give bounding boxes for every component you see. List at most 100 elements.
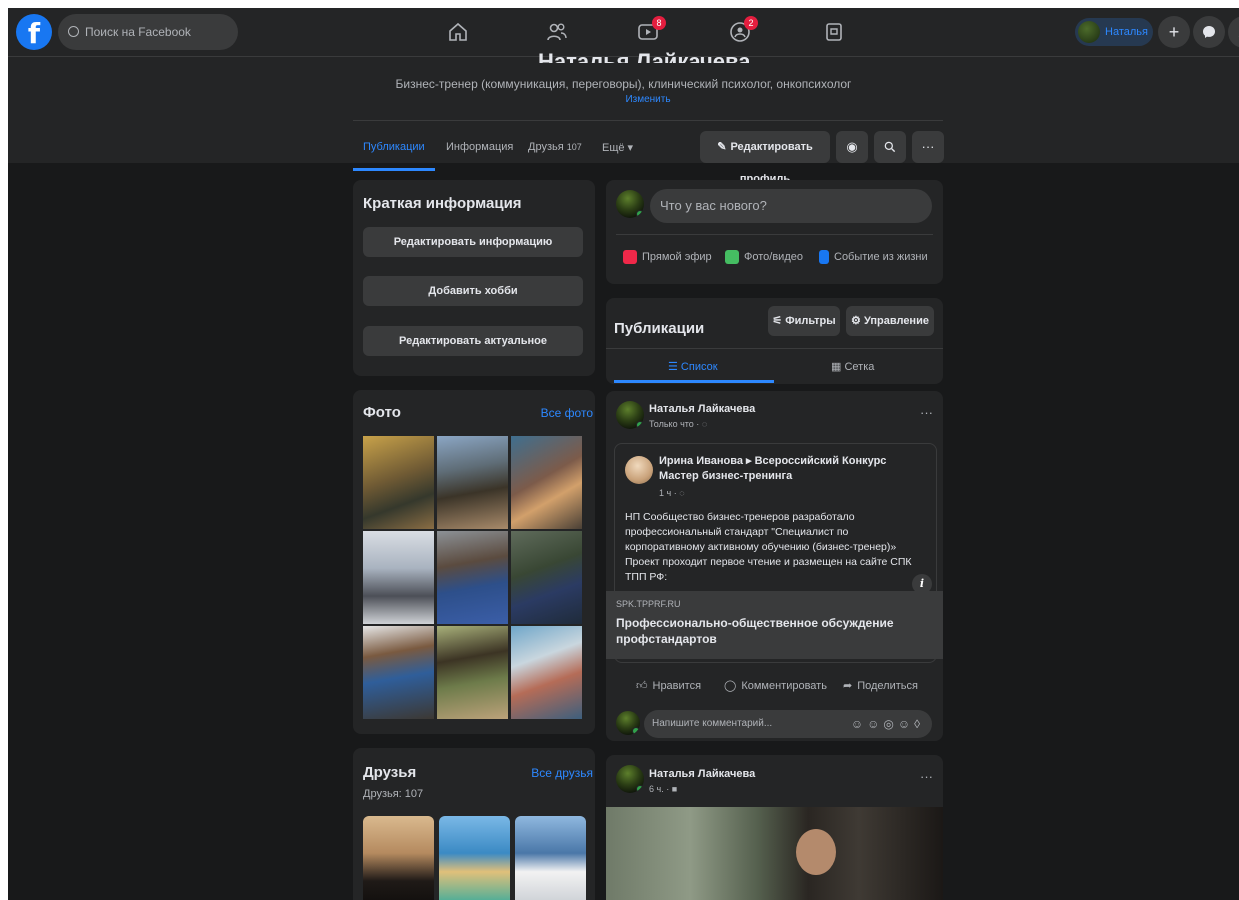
gear-icon: ⚙ xyxy=(851,315,864,327)
comment-label: Комментировать xyxy=(741,679,827,692)
tab-publications[interactable]: Публикации xyxy=(363,141,425,153)
photo-thumbnail[interactable] xyxy=(363,626,434,719)
photo-thumbnail[interactable] xyxy=(437,531,508,624)
profile-bio: Бизнес-тренер (коммуникация, переговоры)… xyxy=(395,77,852,91)
view-as-eye-icon[interactable]: ◉ xyxy=(836,131,868,163)
link-title: Профессионально-общественное обсуждение … xyxy=(616,616,894,646)
more-options-icon[interactable]: ··· xyxy=(912,131,944,163)
search-input[interactable]: Поиск на Facebook xyxy=(58,14,238,50)
link-domain: SPK.TPPRF.RU xyxy=(616,599,681,609)
pencil-icon: ✎ xyxy=(717,141,727,153)
notifications-bell-icon[interactable] xyxy=(1228,16,1239,48)
post-author-name[interactable]: Наталья Лайкачева xyxy=(649,403,755,415)
post-author-avatar[interactable] xyxy=(616,401,644,429)
list-view-tab[interactable]: ☰ Список xyxy=(668,360,718,373)
post-time: Только что · ◌ xyxy=(649,419,707,429)
home-icon[interactable] xyxy=(446,20,470,44)
friend-photo[interactable] xyxy=(515,816,586,900)
messenger-icon[interactable] xyxy=(1193,16,1225,48)
thumbs-up-icon: 👍︎ xyxy=(636,680,648,692)
profile-chip-avatar xyxy=(1078,21,1100,43)
groups-icon[interactable]: 2 xyxy=(728,16,758,44)
filters-button[interactable]: ⚟ Фильтры xyxy=(768,306,840,336)
friend-photo[interactable] xyxy=(363,816,434,900)
create-plus-icon[interactable]: + xyxy=(1158,16,1190,48)
friend-photo[interactable] xyxy=(439,816,510,900)
tab-more[interactable]: Ещё ▾ xyxy=(602,141,633,154)
intro-card: Краткая информация Редактировать информа… xyxy=(353,180,595,376)
photos-card: Фото Все фото xyxy=(353,390,595,734)
share-button[interactable]: ➦ Поделиться xyxy=(843,679,918,693)
profile-name: Наталья Лайкачева xyxy=(538,49,751,63)
groups-notification-badge: 2 xyxy=(744,16,758,30)
shared-author-avatar[interactable] xyxy=(625,456,653,484)
friends-card: Друзья Все друзья Друзья: 107 xyxy=(353,748,595,900)
life-event-button[interactable]: Событие из жизни xyxy=(819,250,928,264)
photo-thumbnail[interactable] xyxy=(437,436,508,529)
life-event-label: Событие из жизни xyxy=(834,251,928,263)
edit-featured-button[interactable]: Редактировать актуальное xyxy=(363,326,583,356)
whats-new-input[interactable]: Что у вас нового? xyxy=(650,189,932,223)
grid-view-tab[interactable]: ▦ Сетка xyxy=(831,360,874,373)
photo-thumbnail[interactable] xyxy=(363,436,434,529)
post-time-label: Только что · xyxy=(649,419,700,429)
video-notification-badge: 8 xyxy=(652,16,666,30)
post-photo[interactable] xyxy=(606,807,943,900)
profile-chip-name: Наталья xyxy=(1105,26,1148,38)
post-author-name[interactable]: Наталья Лайкачева xyxy=(649,768,755,780)
photo-video-button[interactable]: Фото/видео xyxy=(725,250,803,264)
grid-icon: ▦ xyxy=(831,361,845,373)
profile-search-icon[interactable] xyxy=(874,131,906,163)
publications-header-card: Публикации ⚟ Фильтры ⚙ Управление ☰ Спис… xyxy=(606,298,943,384)
post-time: 6 ч. · ■ xyxy=(649,784,677,794)
link-preview[interactable]: SPK.TPPRF.RU Профессионально-общественно… xyxy=(606,591,943,659)
post-options-icon[interactable]: ··· xyxy=(920,769,933,784)
photo-thumbnail[interactable] xyxy=(511,531,582,624)
tab-friends[interactable]: Друзья 107 xyxy=(528,141,582,153)
shared-author-name[interactable]: Ирина Иванова ▸ Всероссийский Конкурс Ма… xyxy=(659,454,924,484)
comment-bubble-icon: ◯ xyxy=(724,680,737,692)
tab-information[interactable]: Информация xyxy=(446,141,513,153)
photo-thumbnail[interactable] xyxy=(363,531,434,624)
gaming-icon[interactable] xyxy=(822,20,846,44)
comment-input[interactable]: Напишите комментарий... ☺☺◎☺◊ xyxy=(644,710,932,738)
comment-emoji-icons[interactable]: ☺☺◎☺◊ xyxy=(851,710,924,738)
comment-button[interactable]: ◯ Комментировать xyxy=(724,679,827,693)
photo-thumbnail[interactable] xyxy=(511,626,582,719)
facebook-logo-icon[interactable]: f xyxy=(16,14,52,50)
list-icon: ☰ xyxy=(668,361,681,373)
lock-icon: ■ xyxy=(671,784,678,794)
search-icon xyxy=(68,26,79,37)
all-friends-link[interactable]: Все друзья xyxy=(531,766,593,780)
edit-profile-button[interactable]: ✎ Редактировать профиль xyxy=(700,131,830,185)
composer-avatar[interactable] xyxy=(616,190,644,218)
like-label: Нравится xyxy=(652,679,702,692)
live-video-icon xyxy=(623,250,637,264)
active-tab-indicator xyxy=(353,168,435,171)
manage-button[interactable]: ⚙ Управление xyxy=(846,306,934,336)
share-label: Поделиться xyxy=(857,679,918,692)
photo-thumbnail[interactable] xyxy=(511,436,582,529)
add-hobbies-button[interactable]: Добавить хобби xyxy=(363,276,583,306)
comment-placeholder: Напишите комментарий... xyxy=(652,718,773,729)
list-view-label: Список xyxy=(680,361,718,373)
photos-title: Фото xyxy=(363,404,401,421)
photo-thumbnail[interactable] xyxy=(437,626,508,719)
photo-video-label: Фото/видео xyxy=(744,251,803,263)
watch-video-icon[interactable]: 8 xyxy=(636,16,666,44)
friends-count: Друзья: 107 xyxy=(363,788,424,800)
like-button[interactable]: 👍︎ Нравится xyxy=(636,679,702,693)
post-options-icon[interactable]: ··· xyxy=(920,405,933,420)
share-arrow-icon: ➦ xyxy=(843,680,853,692)
friends-title: Друзья xyxy=(363,764,417,781)
profile-chip[interactable]: Наталья xyxy=(1075,18,1153,46)
edit-info-button[interactable]: Редактировать информацию xyxy=(363,227,583,257)
flag-icon xyxy=(819,250,829,264)
globe-icon: ◌ xyxy=(679,488,685,498)
friends-icon[interactable] xyxy=(545,20,569,44)
live-video-button[interactable]: Прямой эфир xyxy=(623,250,712,264)
tab-friends-label: Друзья xyxy=(528,141,564,153)
post-author-avatar[interactable] xyxy=(616,765,644,793)
edit-bio-link[interactable]: Изменить xyxy=(8,94,1239,105)
all-photos-link[interactable]: Все фото xyxy=(541,406,593,420)
